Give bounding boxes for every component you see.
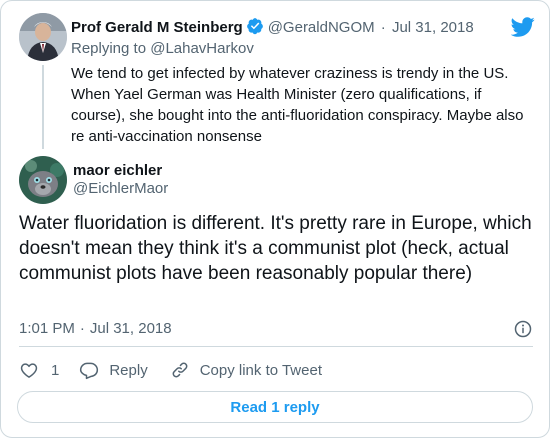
read-replies-button[interactable]: Read 1 reply <box>17 391 533 423</box>
main-author-name[interactable]: maor eichler <box>73 161 162 181</box>
tweet-time: 1:01 PM <box>19 320 75 337</box>
parent-tweet-text: We tend to get infected by whatever craz… <box>71 65 524 145</box>
thread-connector-line <box>42 65 44 149</box>
parent-author-row: Prof Gerald M Steinberg @GeraldNGOM · Jul… <box>71 17 474 41</box>
parent-author-handle[interactable]: @GeraldNGOM <box>268 19 375 36</box>
copy-link-button[interactable]: Copy link to Tweet <box>170 360 322 380</box>
reply-button[interactable]: Reply <box>79 360 148 380</box>
tweet-date: Jul 31, 2018 <box>89 320 172 337</box>
main-tweet-text: Water fluoridation is different. It's pr… <box>19 213 532 284</box>
link-icon <box>172 362 188 378</box>
reply-label: Reply <box>109 361 148 379</box>
twitter-bird-icon[interactable] <box>511 15 535 39</box>
speech-bubble-icon <box>80 362 99 380</box>
info-icon[interactable] <box>513 319 533 339</box>
like-button[interactable]: 1 <box>19 360 59 380</box>
main-tweet-timestamp[interactable]: 1:01 PM · Jul 31, 2018 <box>19 319 172 339</box>
replying-to-label[interactable]: Replying to @LahavHarkov <box>71 39 254 59</box>
main-author-handle[interactable]: @EichlerMaor <box>73 179 168 199</box>
embedded-tweet-card: Prof Gerald M Steinberg @GeraldNGOM · Jul… <box>0 0 550 438</box>
parent-author-avatar[interactable] <box>19 13 67 61</box>
separator-dot: · <box>79 320 85 337</box>
copy-link-label: Copy link to Tweet <box>199 361 322 379</box>
separator-dot: · <box>380 19 386 36</box>
tweet-actions-bar: 1 Reply Copy link to Tweet <box>19 357 322 383</box>
verified-badge-icon <box>246 17 264 41</box>
main-author-avatar[interactable] <box>19 156 67 204</box>
parent-author-name[interactable]: Prof Gerald M Steinberg <box>71 19 243 36</box>
heart-icon <box>20 363 38 378</box>
parent-tweet-date[interactable]: Jul 31, 2018 <box>392 19 474 36</box>
like-count: 1 <box>51 361 60 379</box>
divider <box>19 346 533 347</box>
